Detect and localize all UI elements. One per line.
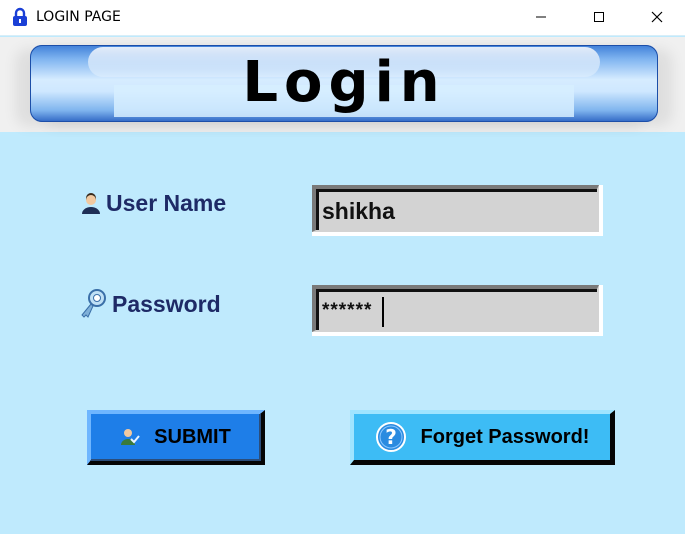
key-icon [81,289,106,318]
username-input[interactable] [322,195,592,227]
text-caret [382,297,384,327]
user-check-icon [121,429,140,445]
banner-title: Login [242,50,446,115]
close-button[interactable] [628,0,685,34]
forget-password-label: Forget Password! [420,425,590,448]
forget-password-button[interactable]: ? Forget Password! [350,410,615,465]
maximize-button[interactable] [570,0,628,34]
minimize-button[interactable] [512,0,570,34]
maximize-icon [594,12,604,22]
user-icon [82,192,100,214]
username-field-inner [312,185,599,232]
lock-icon [12,7,28,27]
username-field [312,185,603,236]
submit-button-label: SUBMIT [154,425,231,448]
submit-button[interactable]: SUBMIT [87,410,265,465]
password-input[interactable] [322,295,592,327]
password-label-text: Password [112,290,221,317]
close-icon [651,11,663,23]
title-bar: LOGIN PAGE [0,0,685,36]
question-icon: ? [375,422,406,452]
window-title: LOGIN PAGE [36,9,121,25]
password-field [312,285,603,336]
login-banner: Login [30,45,658,122]
minimize-icon [536,16,546,18]
password-label: Password [80,288,221,320]
banner-area: Login [0,37,685,132]
svg-text:?: ? [385,425,397,449]
password-field-inner [312,285,599,332]
username-label-text: User Name [106,190,227,216]
username-label: User Name [80,190,226,217]
